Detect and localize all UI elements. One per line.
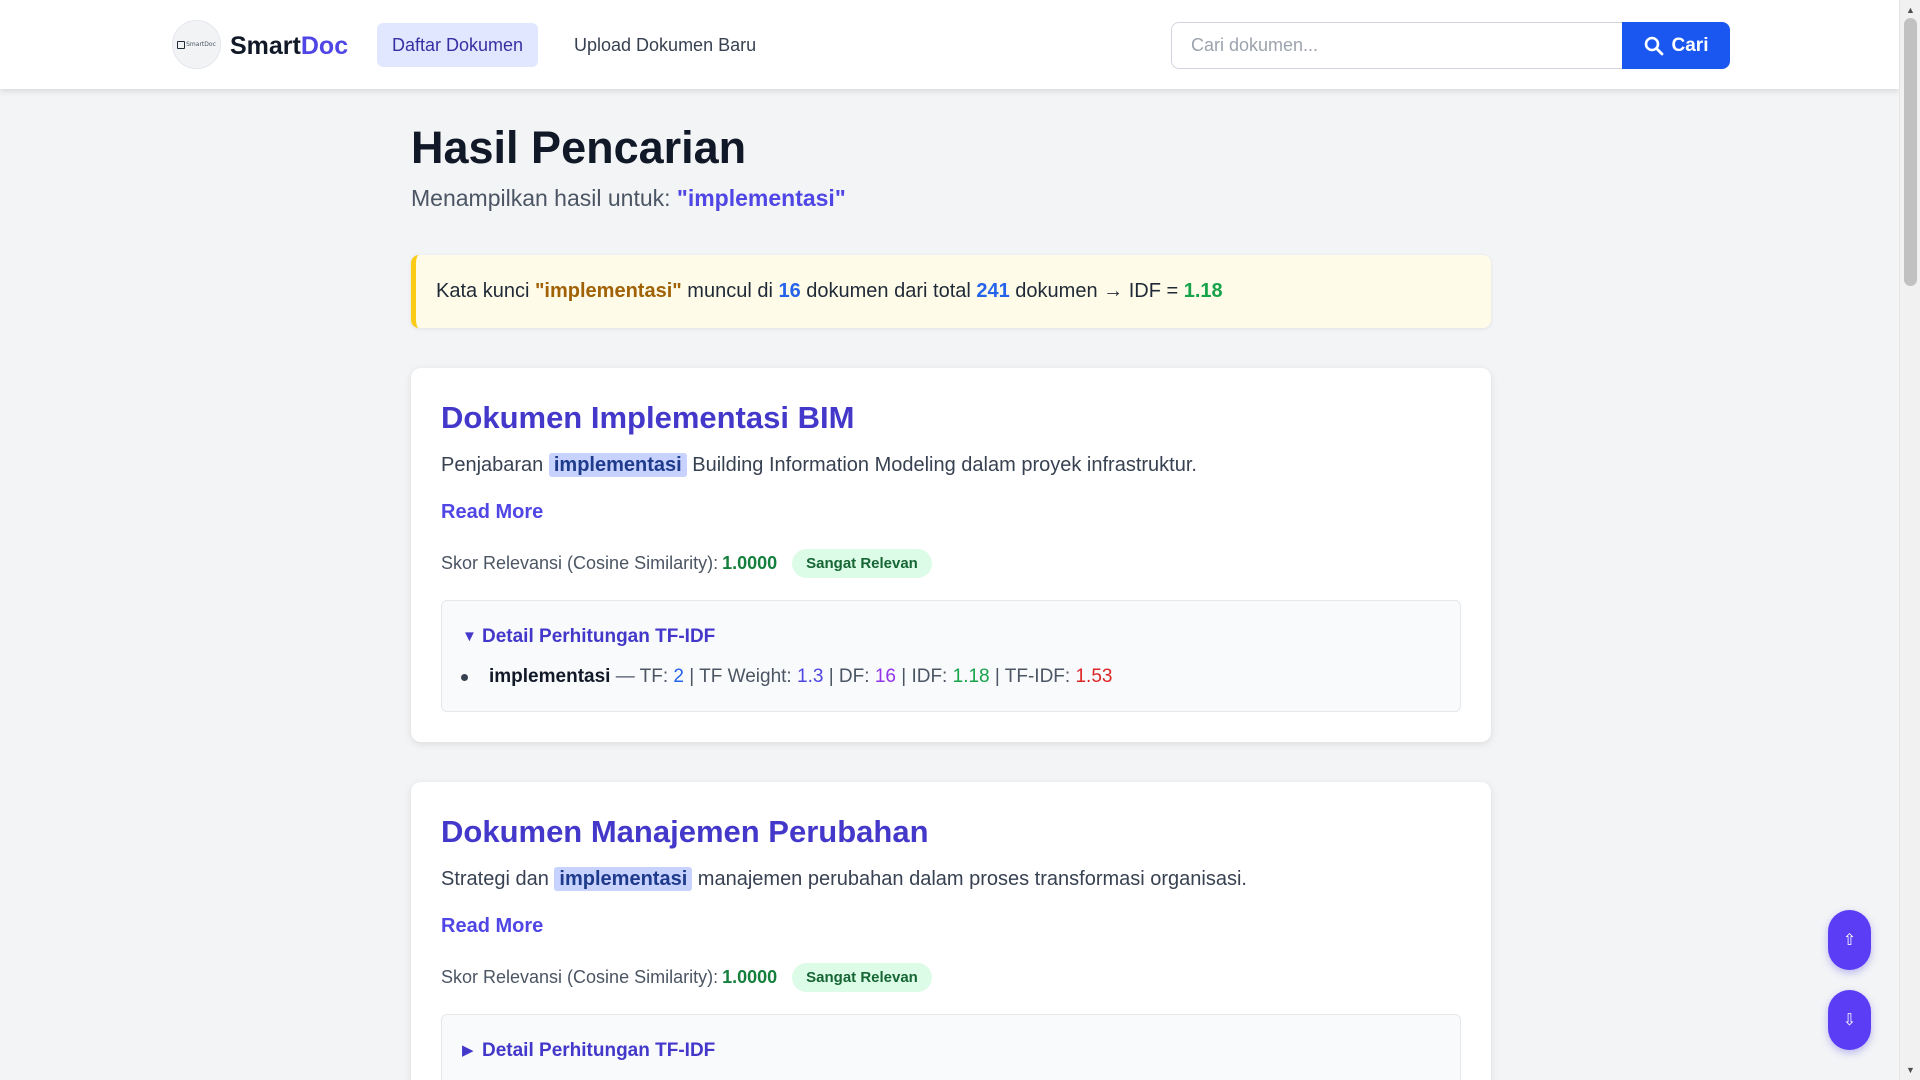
tfidf-details-label: Detail Perhitungan TF-IDF <box>482 626 716 647</box>
term-tf-label: — TF: <box>610 666 674 687</box>
desc-highlight: implementasi <box>548 453 687 477</box>
tfidf-details-toggle[interactable]: ▶ Detail Perhitungan TF-IDF <box>462 1039 715 1063</box>
caret-right-icon: ▶ <box>462 1042 474 1059</box>
score-row: Skor Relevansi (Cosine Similarity): 1.00… <box>441 548 932 578</box>
relevance-badge: Sangat Relevan <box>792 962 932 992</box>
read-more-link[interactable]: Read More <box>441 913 543 939</box>
idf-info-box: Kata kunci "implementasi" muncul di 16 d… <box>411 255 1491 328</box>
search-icon <box>1644 36 1663 55</box>
term-idf: 1.18 <box>952 666 990 687</box>
score-label: Skor Relevansi (Cosine Similarity): <box>441 552 719 573</box>
result-description: Penjabaran implementasi Building Informa… <box>441 451 1197 479</box>
result-description: Strategi dan implementasi manajemen peru… <box>441 865 1247 893</box>
desc-after: Building Information Modeling dalam proy… <box>686 454 1197 476</box>
desc-before: Penjabaran <box>441 454 549 476</box>
arrow-up-icon: ⇧ <box>1842 932 1857 949</box>
scroll-up-arrow-icon[interactable]: ▲ <box>1900 2 1920 18</box>
brand-part-1: Smart <box>230 32 301 60</box>
desc-before: Strategi dan <box>441 868 555 890</box>
arrow-down-icon: ⇩ <box>1842 1012 1857 1029</box>
bullet-icon <box>461 673 468 681</box>
term-tf-weight: 1.3 <box>797 666 824 687</box>
idf-keyword: "implementasi" <box>534 280 682 302</box>
nav-link-daftar-dokumen[interactable]: Daftar Dokumen <box>377 23 539 67</box>
tfidf-details: ▶ Detail Perhitungan TF-IDF <box>441 1014 1461 1080</box>
read-more-link[interactable]: Read More <box>441 499 543 525</box>
search-button-label: Cari <box>1671 34 1709 56</box>
term-tf: 2 <box>673 666 684 687</box>
desc-after: manajemen perubahan dalam proses transfo… <box>692 868 1247 890</box>
search-input[interactable] <box>1171 22 1623 69</box>
term-tfw-label: | TF Weight: <box>684 666 797 687</box>
logo-mini-text: SmartDoc <box>186 41 216 48</box>
tfidf-details-label: Detail Perhitungan TF-IDF <box>482 1040 716 1061</box>
search-subtitle: Menampilkan hasil untuk: "implementasi" <box>411 184 846 212</box>
search-button[interactable]: Cari <box>1622 22 1730 69</box>
nav-link-upload-dokumen[interactable]: Upload Dokumen Baru <box>559 23 771 67</box>
scroll-to-top-button[interactable]: ⇧ <box>1828 910 1871 970</box>
idf-df-count: 16 <box>778 280 801 302</box>
tfidf-details-toggle[interactable]: ▼ Detail Perhitungan TF-IDF <box>462 625 715 649</box>
scroll-thumb[interactable] <box>1904 18 1917 286</box>
result-title[interactable]: Dokumen Implementasi BIM <box>441 398 854 438</box>
score-row: Skor Relevansi (Cosine Similarity): 1.00… <box>441 962 932 992</box>
term-df: 16 <box>874 666 896 687</box>
term-idf-label: | IDF: <box>895 666 953 687</box>
scroll-to-bottom-button[interactable]: ⇩ <box>1828 990 1871 1050</box>
tfidf-details: ▼ Detail Perhitungan TF-IDF implementasi… <box>441 600 1461 712</box>
logo[interactable]: SmartDoc <box>172 20 221 69</box>
idf-value: 1.18 <box>1183 280 1223 302</box>
desc-highlight: implementasi <box>554 867 693 891</box>
idf-text-1: Kata kunci <box>436 280 535 302</box>
logo-mark: SmartDoc <box>177 40 216 49</box>
navbar: SmartDoc SmartDoc Daftar Dokumen Upload … <box>0 0 1899 89</box>
score-label: Skor Relevansi (Cosine Similarity): <box>441 966 719 987</box>
result-title[interactable]: Dokumen Manajemen Perubahan <box>441 812 929 852</box>
score-value: 1.0000 <box>722 552 778 573</box>
scroll-down-arrow-icon[interactable]: ▼ <box>1900 1062 1920 1078</box>
result-card: Dokumen Manajemen Perubahan Strategi dan… <box>411 782 1491 1080</box>
brand-part-2: Doc <box>300 32 349 60</box>
idf-text-4: dokumen → IDF = <box>1009 280 1184 302</box>
caret-down-icon: ▼ <box>462 628 477 645</box>
term-tfidf-label: | TF-IDF: <box>989 666 1076 687</box>
relevance-badge: Sangat Relevan <box>792 548 932 578</box>
result-card: Dokumen Implementasi BIM Penjabaran impl… <box>411 368 1491 742</box>
tfidf-term-row: implementasi — TF: 2 | TF Weight: 1.3 | … <box>461 664 1112 690</box>
brand-name[interactable]: SmartDoc <box>230 30 348 62</box>
search-query: "implementasi" <box>676 185 846 211</box>
term-name: implementasi <box>489 666 611 687</box>
idf-text-3: dokumen dari total <box>800 280 977 302</box>
term-tfidf: 1.53 <box>1075 666 1113 687</box>
page-title: Hasil Pencarian <box>411 122 747 173</box>
logo-square-icon <box>177 40 186 49</box>
scrollbar[interactable]: ▲ ▼ <box>1899 0 1920 1080</box>
term-df-label: | DF: <box>823 666 875 687</box>
idf-text-2: muncul di <box>681 280 779 302</box>
score-value: 1.0000 <box>722 966 778 987</box>
idf-total-count: 241 <box>976 280 1010 302</box>
subtitle-prefix: Menampilkan hasil untuk: <box>411 185 677 211</box>
